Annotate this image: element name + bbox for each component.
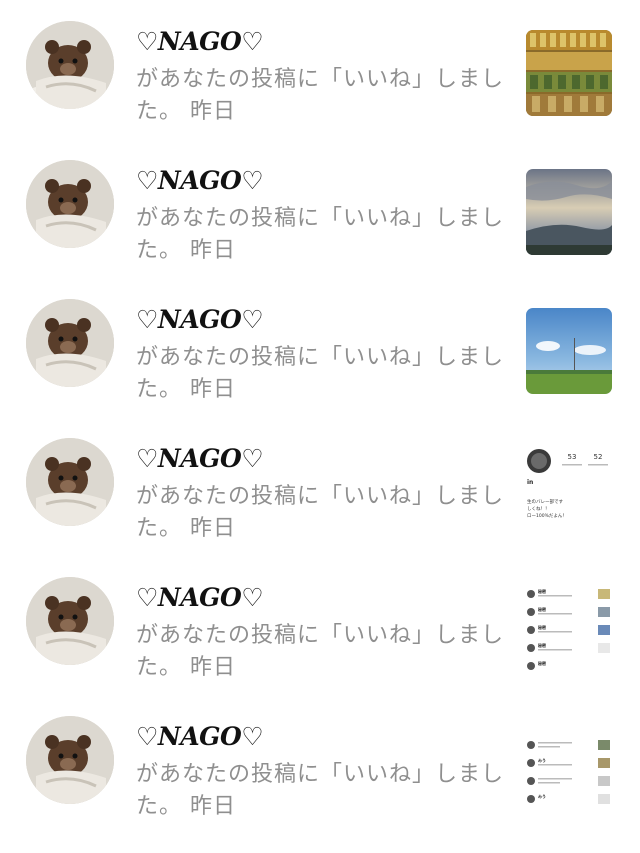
notification-message: があなたの投稿に「いいね」しました。 昨日: [136, 620, 512, 684]
thumb-line-3: ロー100%だよん！: [527, 513, 567, 519]
notification-message: があなたの投稿に「いいね」しました。 昨日: [136, 342, 512, 406]
thumb-row-label: 秘密: [538, 660, 546, 666]
thumb-stat-1: 53: [568, 453, 577, 461]
avatar[interactable]: [26, 299, 114, 387]
thumb-row-label: 秘密: [538, 642, 546, 648]
post-thumbnail[interactable]: 秘密 秘密 秘密 秘密 秘密: [526, 586, 612, 672]
notification-item[interactable]: ♡NAGO♡ があなたの投稿に「いいね」しました。 昨日: [0, 0, 640, 140]
notification-item[interactable]: ♡NAGO♡ があなたの投稿に「いいね」しました。 昨日 みう みう: [0, 695, 640, 835]
username[interactable]: ♡NAGO♡: [136, 27, 264, 56]
thumb-name: in: [527, 479, 533, 486]
post-thumbnail[interactable]: みう みう: [526, 725, 612, 811]
avatar[interactable]: [26, 716, 114, 804]
post-thumbnail[interactable]: [526, 169, 612, 255]
notification-message: があなたの投稿に「いいね」しました。 昨日: [136, 203, 512, 267]
avatar[interactable]: [26, 577, 114, 665]
timestamp: 昨日: [190, 99, 237, 124]
username[interactable]: ♡NAGO♡: [136, 166, 264, 195]
thumb-row-label: 秘密: [538, 588, 546, 594]
username[interactable]: ♡NAGO♡: [136, 722, 264, 751]
avatar[interactable]: [26, 438, 114, 526]
timestamp: 昨日: [190, 794, 237, 819]
notification-message: があなたの投稿に「いいね」しました。 昨日: [136, 759, 512, 823]
thumb-line-1: 生のバレー部です: [527, 498, 563, 505]
timestamp: 昨日: [190, 238, 237, 263]
timestamp: 昨日: [190, 655, 237, 680]
thumb-row-label: 秘密: [538, 606, 546, 612]
notification-list: ♡NAGO♡ があなたの投稿に「いいね」しました。 昨日 ♡NAGO♡ があなた…: [0, 0, 640, 853]
timestamp: 昨日: [190, 516, 237, 541]
avatar[interactable]: [26, 21, 114, 109]
post-thumbnail[interactable]: 53 52 in 生のバレー部です しくね！！ ロー100%だよん！: [526, 447, 612, 533]
notification-message: があなたの投稿に「いいね」しました。 昨日: [136, 64, 512, 128]
thumb-stat-2: 52: [594, 453, 603, 461]
username[interactable]: ♡NAGO♡: [136, 583, 264, 612]
notification-message: があなたの投稿に「いいね」しました。 昨日: [136, 481, 512, 545]
thumb-row-label: 秘密: [538, 624, 546, 630]
notification-item[interactable]: ♡NAGO♡ があなたの投稿に「いいね」しました。 昨日 53 52 in 生のバレー…: [0, 417, 640, 557]
post-thumbnail[interactable]: [526, 308, 612, 394]
notification-item[interactable]: ♡NAGO♡ があなたの投稿に「いいね」しました。 昨日: [0, 139, 640, 279]
thumb-line-2: しくね！！: [527, 506, 550, 512]
thumb-row-label: みう: [538, 793, 546, 799]
username[interactable]: ♡NAGO♡: [136, 444, 264, 473]
post-thumbnail[interactable]: [526, 30, 612, 116]
thumb-row-label: みう: [538, 757, 546, 763]
avatar[interactable]: [26, 160, 114, 248]
notification-item[interactable]: ♡NAGO♡ があなたの投稿に「いいね」しました。 昨日: [0, 278, 640, 418]
timestamp: 昨日: [190, 377, 237, 402]
username[interactable]: ♡NAGO♡: [136, 305, 264, 334]
notification-item[interactable]: ♡NAGO♡ があなたの投稿に「いいね」しました。 昨日 秘密 秘密 秘密 秘密 秘密: [0, 556, 640, 696]
